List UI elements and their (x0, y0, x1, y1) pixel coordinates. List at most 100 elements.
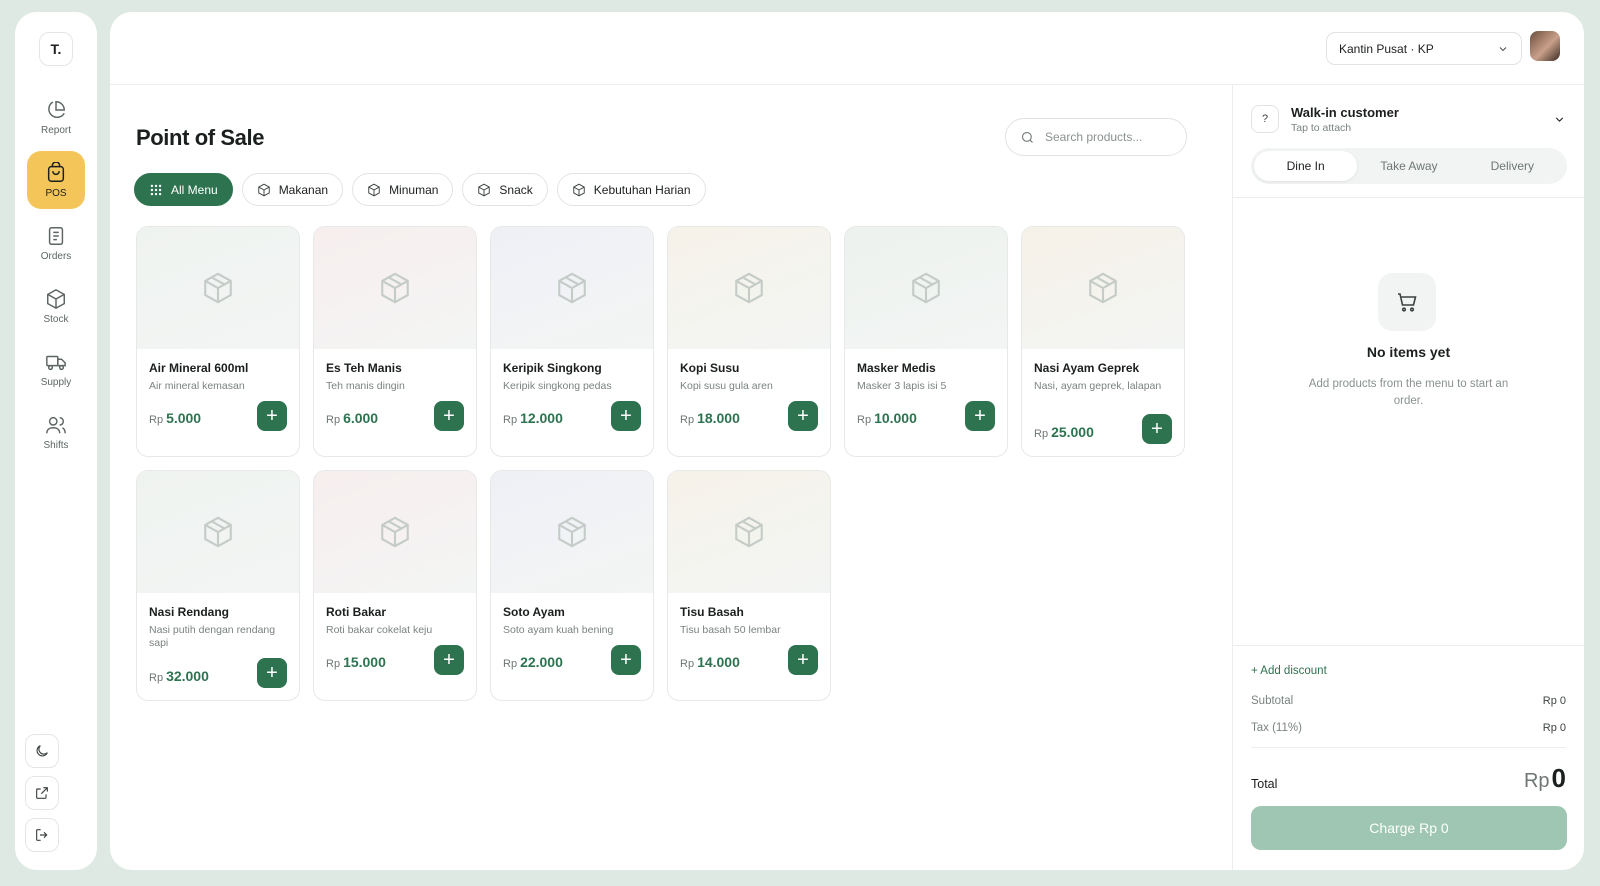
product-image (137, 471, 299, 593)
sidebar-item-stock[interactable]: Stock (27, 277, 85, 335)
add-discount-link[interactable]: + Add discount (1251, 665, 1327, 677)
logo[interactable]: T. (39, 32, 73, 66)
logout-button[interactable] (25, 818, 59, 852)
product-description: Teh manis dingin (326, 380, 405, 392)
plus-icon: + (974, 405, 986, 427)
product-placeholder-icon (735, 516, 763, 548)
add-to-cart-button[interactable]: + (788, 645, 818, 675)
total-value: 0 (1551, 763, 1566, 793)
product-card[interactable]: Air Mineral 600ml Air mineral kemasan Rp 5.… (136, 226, 300, 457)
customer-selector[interactable]: ? Walk-in customer Tap to attach (1251, 105, 1566, 139)
grid-icon (150, 184, 162, 195)
product-card[interactable]: Keripik Singkong Keripik singkong pedas Rp… (490, 226, 654, 457)
product-card[interactable]: Kopi Susu Kopi susu gula aren Rp 18.000 + (667, 226, 831, 457)
price-value: 18.000 (697, 410, 740, 426)
add-to-cart-button[interactable]: + (611, 645, 641, 675)
order-type-segmented: Dine In Take Away Delivery (1251, 148, 1567, 184)
product-card[interactable]: Soto Ayam Soto ayam kuah bening Rp 22.000 + (490, 470, 654, 701)
plus-icon: + (797, 649, 809, 671)
customer-subtitle: Tap to attach (1291, 122, 1352, 134)
divider (1233, 645, 1584, 646)
price-currency: Rp (503, 414, 518, 426)
product-name: Es Teh Manis (326, 361, 402, 375)
sidebar-item-label: Orders (40, 250, 72, 262)
add-to-cart-button[interactable]: + (611, 401, 641, 431)
category-tab-kebutuhan-harian[interactable]: Kebutuhan Harian (556, 173, 706, 206)
product-card[interactable]: Roti Bakar Roti bakar cokelat keju Rp 15.00… (313, 470, 477, 701)
box-icon (257, 183, 270, 196)
open-external-button[interactable] (25, 776, 59, 810)
topbar: Kantin Pusat · KP (110, 12, 1584, 85)
product-card[interactable]: Nasi Rendang Nasi putih dengan rendang sa… (136, 470, 300, 701)
sidebar-item-shifts[interactable]: Shifts (27, 403, 85, 461)
product-image (137, 227, 299, 349)
add-to-cart-button[interactable]: + (434, 645, 464, 675)
product-card[interactable]: Nasi Ayam Geprek Nasi, ayam geprek, lalap… (1021, 226, 1185, 457)
truck-icon (46, 355, 66, 370)
category-tab-minuman[interactable]: Minuman (352, 173, 454, 206)
pos-content: Point of Sale All Menu Makanan Minuman S… (110, 85, 1232, 870)
sidebar-item-orders[interactable]: Orders (27, 214, 85, 272)
category-tab-all-menu[interactable]: All Menu (134, 173, 233, 206)
product-price: Rp 32.000 (149, 668, 209, 684)
product-card[interactable]: Masker Medis Masker 3 lapis isi 5 Rp 10.000… (844, 226, 1008, 457)
product-image (491, 227, 653, 349)
outlet-select[interactable]: Kantin Pusat · KP (1326, 32, 1522, 65)
order-type-take-away[interactable]: Take Away (1357, 151, 1460, 181)
order-type-delivery[interactable]: Delivery (1461, 151, 1564, 181)
divider (1251, 747, 1566, 748)
product-card[interactable]: Tisu Basah Tisu basah 50 lembar Rp 14.000 + (667, 470, 831, 701)
search-input[interactable] (1045, 130, 1175, 144)
pie-chart-icon (48, 100, 65, 118)
category-tabs: All Menu Makanan Minuman Snack Kebutuhan… (134, 173, 706, 206)
product-placeholder-icon (204, 516, 232, 548)
product-description: Kopi susu gula aren (680, 380, 773, 392)
product-placeholder-icon (735, 272, 763, 304)
sidebar-item-supply[interactable]: Supply (27, 340, 85, 398)
search-box (1005, 118, 1187, 156)
add-to-cart-button[interactable]: + (434, 401, 464, 431)
box-icon (573, 183, 585, 196)
box-icon (368, 183, 380, 196)
add-to-cart-button[interactable]: + (965, 401, 995, 431)
product-name: Nasi Rendang (149, 605, 230, 619)
product-description: Soto ayam kuah bening (503, 624, 614, 636)
price-currency: Rp (680, 658, 695, 670)
product-description: Nasi, ayam geprek, lalapan (1034, 380, 1162, 392)
users-icon (46, 416, 66, 433)
product-description: Roti bakar cokelat keju (326, 624, 433, 636)
price-value: 14.000 (697, 654, 740, 670)
customer-title: Walk-in customer (1291, 105, 1399, 120)
order-type-dine-in[interactable]: Dine In (1254, 151, 1358, 181)
product-price: Rp 14.000 (680, 654, 740, 670)
price-currency: Rp (857, 414, 872, 426)
add-to-cart-button[interactable]: + (257, 658, 287, 688)
charge-button[interactable]: Charge Rp 0 (1251, 806, 1567, 850)
sidebar-item-report[interactable]: Report (27, 88, 85, 146)
sidebar-item-label: POS (45, 187, 67, 199)
plus-icon: + (1151, 418, 1163, 440)
chevron-down-icon (1555, 117, 1564, 122)
add-to-cart-button[interactable]: + (788, 401, 818, 431)
sidebar-nav: Report POS Orders Stock Supply Shifts (27, 88, 85, 461)
product-placeholder-icon (1089, 272, 1117, 304)
category-tab-makanan[interactable]: Makanan (241, 173, 344, 206)
empty-subtitle: Add products from the menu to start an o… (1308, 378, 1509, 407)
product-card[interactable]: Es Teh Manis Teh manis dingin Rp 6.000 + (313, 226, 477, 457)
price-currency: Rp (326, 658, 341, 670)
plus-icon: + (266, 662, 278, 684)
category-tab-snack[interactable]: Snack (462, 173, 548, 206)
sidebar: T. Report POS Orders Stock Supply Shifts (15, 12, 97, 870)
category-label: Minuman (389, 182, 439, 197)
logout-icon (36, 829, 48, 841)
plus-icon: + (620, 649, 632, 671)
category-label: All Menu (171, 182, 218, 197)
add-to-cart-button[interactable]: + (1142, 414, 1172, 444)
avatar[interactable] (1530, 31, 1560, 61)
sidebar-item-pos[interactable]: POS (27, 151, 85, 209)
outlet-name: Kantin Pusat · KP (1339, 41, 1434, 56)
add-to-cart-button[interactable]: + (257, 401, 287, 431)
product-price: Rp 12.000 (503, 410, 563, 426)
product-price: Rp 25.000 (1034, 424, 1094, 440)
theme-toggle-button[interactable] (25, 734, 59, 768)
